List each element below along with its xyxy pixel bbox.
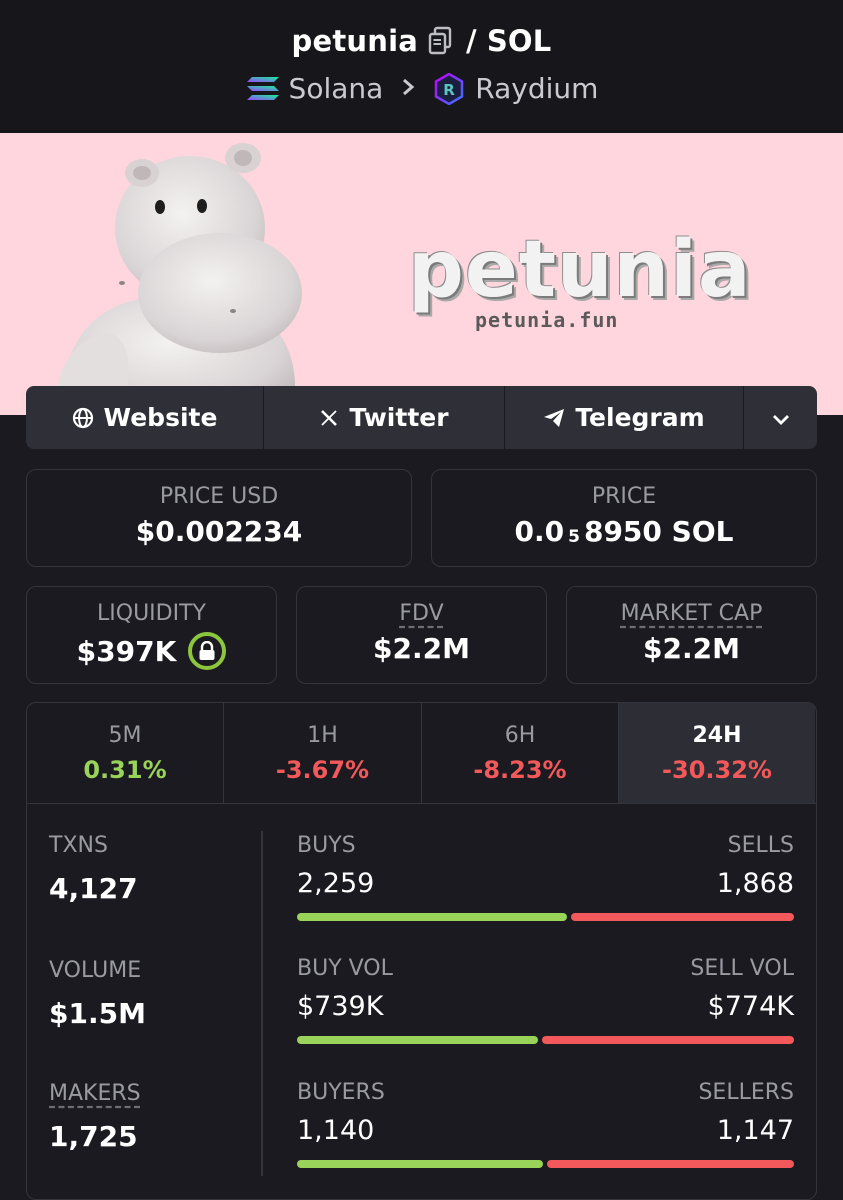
pair-separator: / (466, 24, 477, 58)
market-cap-label[interactable]: MARKET CAP (621, 601, 763, 626)
liquidity-label: LIQUIDITY (97, 601, 206, 626)
svg-text:R: R (444, 81, 456, 99)
txns-value: 4,127 (49, 872, 138, 905)
buy-bar (297, 1036, 538, 1044)
sellers-label: SELLERS (698, 1080, 794, 1105)
fdv-label[interactable]: FDV (399, 601, 443, 626)
banner-brand-text: petunia (408, 225, 752, 315)
tab-change: -30.32% (662, 755, 772, 784)
volume-split-block: BUY VOL SELL VOL $739K $774K (297, 956, 794, 1044)
market-cap-card: MARKET CAP $2.2M (566, 586, 817, 684)
twitter-label: Twitter (349, 403, 449, 432)
raydium-icon[interactable]: R (433, 72, 465, 105)
volume-stat: VOLUME $1.5M (49, 958, 146, 1030)
txns-label: TXNS (49, 833, 108, 858)
fdv-card: FDV $2.2M (296, 586, 547, 684)
price-usd-label: PRICE USD (159, 484, 279, 509)
telegram-button[interactable]: Telegram (505, 386, 744, 449)
tab-label: 1H (307, 722, 338, 748)
x-icon (319, 408, 339, 428)
buyers-label: BUYERS (297, 1080, 385, 1105)
price-native-value: 0.0 5 8950 SOL (432, 515, 816, 548)
globe-icon (72, 407, 94, 429)
price-native-prefix: 0.0 (514, 515, 565, 548)
dex-link[interactable]: Raydium (475, 72, 598, 105)
token-banner: petunia petunia.fun (0, 133, 843, 415)
tab-5m[interactable]: 5M 0.31% (27, 703, 224, 803)
hippo-plush-image (56, 143, 302, 415)
sells-label: SELLS (727, 833, 794, 858)
buyers-value: 1,140 (297, 1115, 375, 1146)
telegram-icon (543, 407, 565, 429)
sell-vol-label: SELL VOL (690, 956, 794, 981)
solana-icon[interactable] (245, 75, 281, 103)
website-button[interactable]: Website (26, 386, 264, 449)
price-usd-value: $0.002234 (135, 515, 303, 548)
liquidity-value-row: $397K (27, 632, 276, 670)
more-links-button[interactable] (744, 386, 817, 449)
makers-label[interactable]: MAKERS (49, 1081, 141, 1106)
chevron-down-icon (772, 403, 790, 432)
price-native-label: PRICE (591, 484, 657, 509)
tab-label: 5M (108, 722, 142, 748)
market-cap-value: $2.2M (643, 632, 740, 665)
buy-vol-label: BUY VOL (297, 956, 393, 981)
pair-title: petunia / SOL (0, 24, 843, 58)
sell-bar (547, 1160, 794, 1168)
copy-icon[interactable] (428, 26, 454, 56)
buys-label: BUYS (297, 833, 356, 858)
sells-value: 1,868 (716, 868, 794, 899)
price-native-zero-count: 5 (568, 526, 580, 547)
tab-24h[interactable]: 24H -30.32% (619, 703, 815, 803)
stats-panel: 5M 0.31% 1H -3.67% 6H -8.23% 24H -30.32%… (26, 702, 817, 1200)
tab-label: 6H (504, 722, 536, 748)
buyers-sellers-block: BUYERS SELLERS 1,140 1,147 (297, 1080, 794, 1168)
buy-bar (297, 1160, 543, 1168)
liquidity-card: LIQUIDITY $397K (26, 586, 277, 684)
buyers-sellers-bar (297, 1160, 794, 1168)
buy-vol-value: $739K (297, 991, 384, 1022)
buy-bar (297, 913, 567, 921)
price-native-card: PRICE 0.0 5 8950 SOL (431, 469, 817, 567)
makers-value: 1,725 (49, 1120, 138, 1153)
price-native-suffix: 8950 SOL (583, 515, 734, 548)
column-divider (261, 831, 263, 1176)
quote-token: SOL (486, 24, 552, 58)
sell-vol-value: $774K (707, 991, 794, 1022)
makers-stat: MAKERS 1,725 (49, 1081, 141, 1153)
liquidity-value: $397K (76, 634, 177, 668)
buys-value: 2,259 (297, 868, 375, 899)
tab-label: 24H (692, 722, 742, 748)
tab-change: -8.23% (473, 755, 567, 784)
lock-icon[interactable] (188, 632, 227, 670)
buys-sells-block: BUYS SELLS 2,259 1,868 (297, 833, 794, 921)
sell-bar (542, 1036, 794, 1044)
txns-stat: TXNS 4,127 (49, 833, 138, 905)
banner-url-text: petunia.fun (475, 308, 619, 332)
volume-label: VOLUME (49, 958, 142, 983)
chevron-right-icon (401, 74, 415, 104)
chain-breadcrumb: Solana R Raydium (0, 72, 843, 105)
tab-change: -3.67% (275, 755, 370, 784)
telegram-label: Telegram (575, 403, 705, 432)
price-usd-card: PRICE USD $0.002234 (26, 469, 412, 567)
volume-split-bar (297, 1036, 794, 1044)
tab-change: 0.31% (83, 755, 167, 784)
timeframe-tabs: 5M 0.31% 1H -3.67% 6H -8.23% 24H -30.32% (27, 703, 816, 804)
token-name: petunia (291, 24, 419, 58)
twitter-button[interactable]: Twitter (264, 386, 505, 449)
chain-link[interactable]: Solana (289, 72, 384, 105)
buys-sells-bar (297, 913, 794, 921)
fdv-value: $2.2M (373, 632, 470, 665)
volume-value: $1.5M (49, 997, 146, 1030)
sell-bar (571, 913, 794, 921)
website-label: Website (103, 403, 218, 432)
tab-1h[interactable]: 1H -3.67% (224, 703, 422, 803)
sellers-value: 1,147 (716, 1115, 794, 1146)
tab-6h[interactable]: 6H -8.23% (422, 703, 619, 803)
social-links-bar: Website Twitter Telegram (26, 386, 817, 449)
token-header: petunia / SOL Solana R Raydium (0, 0, 843, 133)
